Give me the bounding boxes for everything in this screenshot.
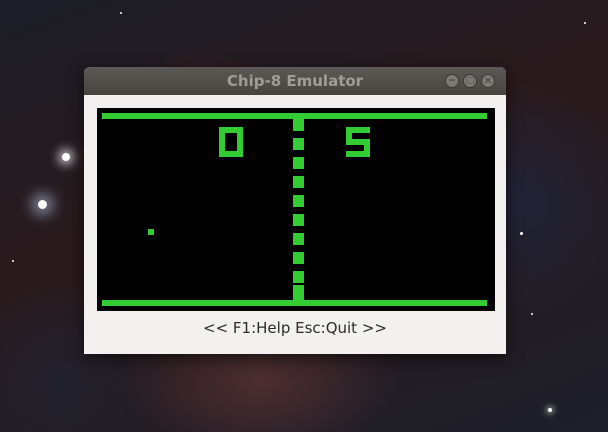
score-left [219, 127, 243, 157]
star [584, 22, 586, 24]
star [38, 200, 47, 209]
maximize-icon: □ [465, 76, 475, 86]
star [520, 232, 523, 235]
center-net [293, 176, 304, 188]
center-net [293, 233, 304, 245]
score-right [346, 127, 370, 157]
maximize-button[interactable]: □ [463, 74, 477, 88]
window-title: Chip-8 Emulator [226, 72, 364, 90]
center-net [293, 157, 304, 169]
center-net [293, 138, 304, 150]
minimize-icon: − [448, 76, 456, 86]
status-bar-text: << F1:Help Esc:Quit >> [203, 319, 387, 337]
emulator-window: Chip-8 Emulator − □ × << F1:Help Esc:Qui… [84, 67, 506, 354]
star [12, 260, 14, 262]
minimize-button[interactable]: − [445, 74, 459, 88]
center-net [293, 285, 304, 306]
close-icon: × [484, 76, 492, 86]
star [531, 313, 533, 315]
center-net [293, 195, 304, 207]
center-net [293, 252, 304, 264]
ball [148, 229, 154, 235]
star [120, 12, 122, 14]
center-net [293, 271, 304, 283]
close-button[interactable]: × [481, 74, 495, 88]
center-net [293, 214, 304, 226]
title-bar[interactable]: Chip-8 Emulator − □ × [84, 67, 506, 95]
game-display[interactable] [97, 108, 495, 311]
star [62, 153, 70, 161]
star [548, 408, 552, 412]
center-net [293, 113, 304, 131]
